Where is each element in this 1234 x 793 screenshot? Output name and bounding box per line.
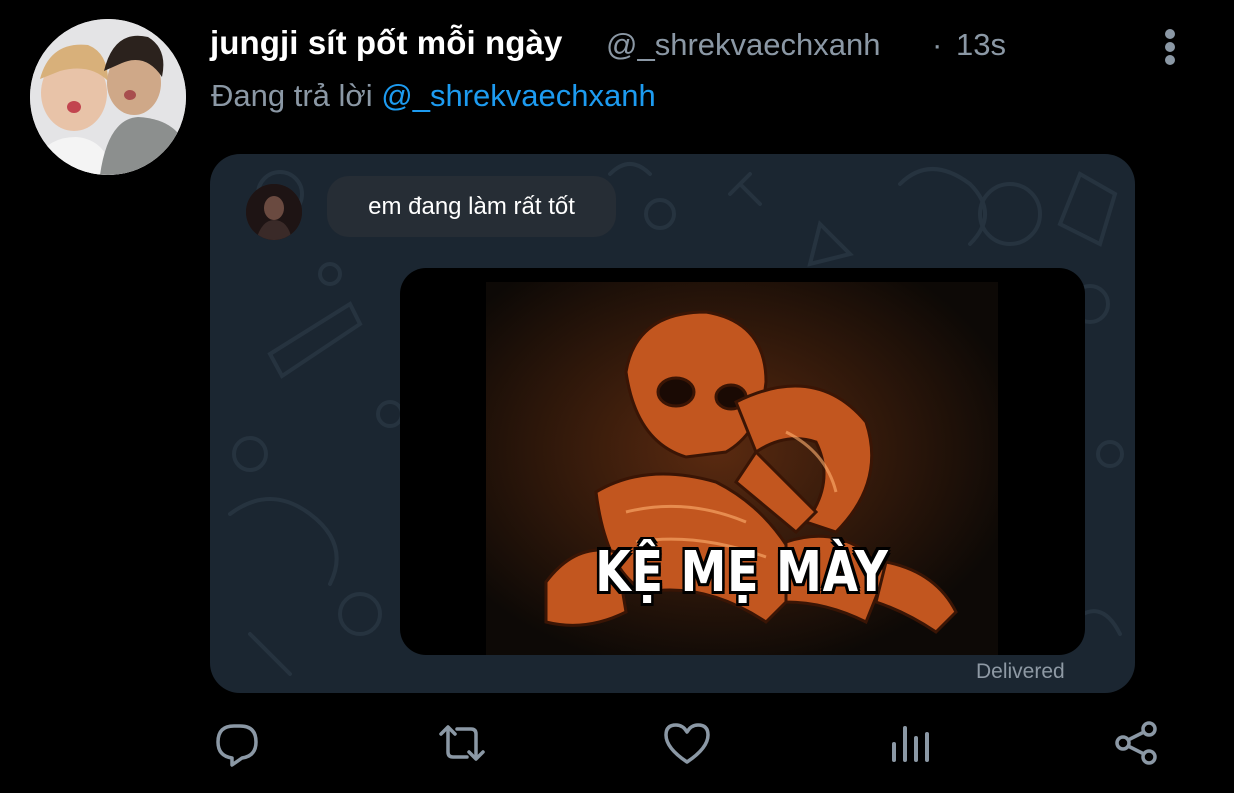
share-button[interactable] bbox=[1111, 718, 1161, 768]
analytics-icon bbox=[892, 726, 929, 762]
more-vertical-icon[interactable] bbox=[1158, 28, 1182, 68]
avatar[interactable] bbox=[30, 19, 186, 175]
tweet: jungji sít pốt mỗi ngày @_shrekvaechxanh… bbox=[0, 0, 1234, 793]
meme-image-frame[interactable]: KỆ MẸ MÀY bbox=[400, 268, 1085, 655]
reply-mention-link[interactable]: @_shrekvaechxanh bbox=[381, 78, 655, 113]
heart-icon bbox=[664, 723, 710, 764]
reply-prefix: Đang trả lời bbox=[211, 78, 373, 113]
reply-icon bbox=[216, 724, 258, 767]
chat-message-bubble: em đang làm rất tốt bbox=[327, 176, 616, 237]
tweet-timestamp[interactable]: 13s bbox=[956, 27, 1006, 63]
retweet-button[interactable] bbox=[437, 718, 487, 768]
analytics-button[interactable] bbox=[886, 718, 936, 768]
reply-context: Đang trả lời @_shrekvaechxanh bbox=[211, 78, 656, 114]
retweet-icon bbox=[439, 725, 485, 761]
user-handle[interactable]: @_shrekvaechxanh bbox=[606, 27, 880, 63]
meme-image: KỆ MẸ MÀY bbox=[486, 282, 998, 655]
header-separator: · bbox=[932, 27, 943, 62]
reply-button[interactable] bbox=[212, 718, 262, 768]
share-icon bbox=[1115, 721, 1157, 765]
chat-avatar[interactable] bbox=[246, 184, 302, 240]
like-button[interactable] bbox=[662, 718, 712, 768]
delivery-status: Delivered bbox=[976, 660, 1065, 683]
display-name[interactable]: jungji sít pốt mỗi ngày bbox=[210, 24, 562, 62]
meme-caption: KỆ MẸ MÀY bbox=[595, 540, 889, 605]
